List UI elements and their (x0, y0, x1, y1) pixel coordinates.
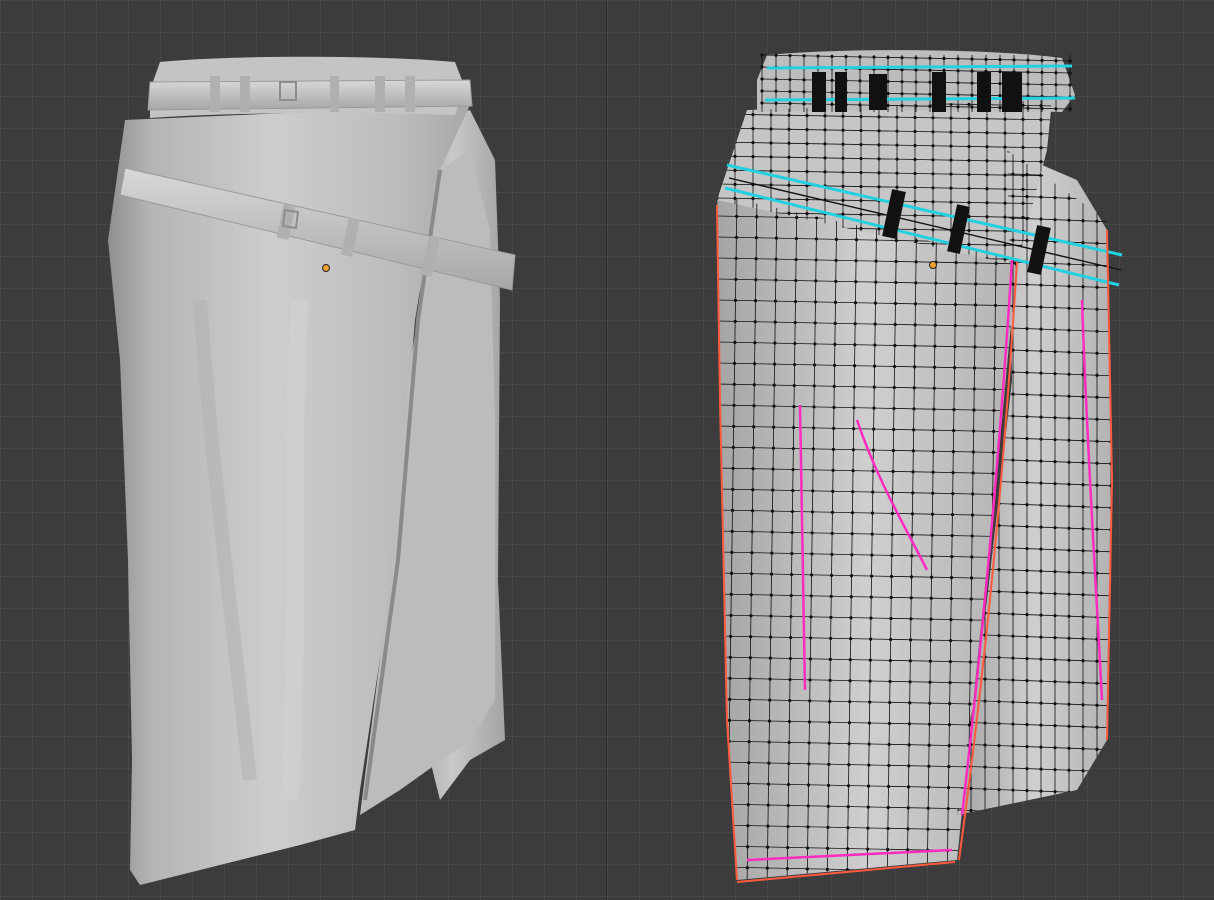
solid-skirt-render (108, 56, 516, 885)
sharp-edge-belt-top (764, 96, 1076, 102)
viewport-area (0, 0, 1214, 900)
belt-top (147, 79, 473, 111)
belt-loop (405, 76, 415, 112)
belt-loop (210, 76, 220, 112)
wireframe-skirt-render (716, 50, 1123, 883)
belt-loop (375, 76, 385, 112)
belt-loop (240, 76, 250, 112)
viewport-wireframe[interactable] (607, 0, 1214, 900)
object-origin-dot (929, 261, 937, 269)
belt-loop (330, 76, 339, 112)
viewport-solid[interactable] (0, 0, 607, 900)
sharp-edge-belt-top (766, 64, 1073, 70)
object-origin-dot (322, 264, 330, 272)
